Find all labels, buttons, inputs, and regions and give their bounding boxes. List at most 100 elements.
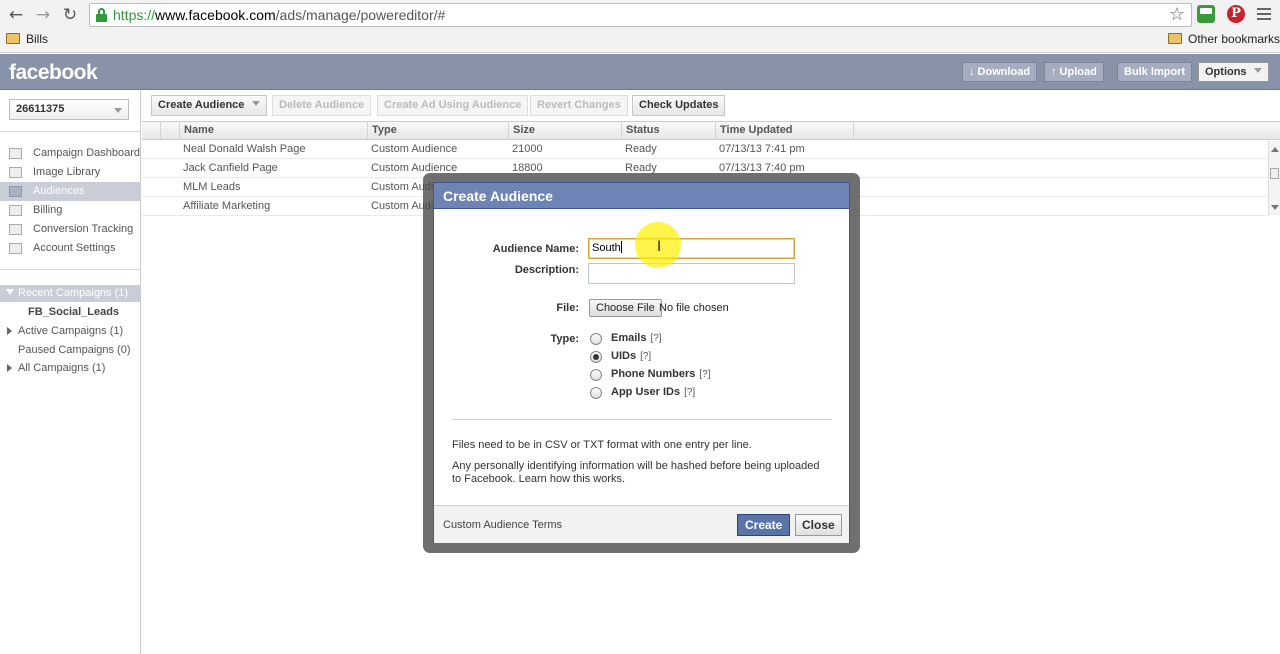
table-row[interactable]: Neal Donald Walsh Page Custom Audience 210… (142, 140, 1268, 159)
close-button[interactable]: Close (795, 514, 842, 536)
sidebar-item-label: Account Settings (33, 242, 116, 254)
chevron-down-icon (252, 101, 261, 106)
image-icon (9, 167, 22, 178)
column-selector[interactable] (160, 122, 165, 140)
scroll-up-icon[interactable] (1271, 147, 1279, 152)
custom-audience-terms-link[interactable]: Custom Audience Terms (443, 519, 562, 531)
table-cell: 07/13/13 7:41 pm (719, 143, 805, 155)
audiences-icon (9, 186, 22, 197)
column-size[interactable]: Size (508, 122, 621, 140)
chevron-down-icon (114, 108, 122, 113)
divider (0, 131, 141, 132)
options-label: Options (1205, 66, 1247, 78)
delete-audience-button[interactable]: Delete Audience (272, 95, 372, 116)
divider (0, 269, 141, 270)
audience-name-label: Audience Name: (492, 243, 579, 255)
main-toolbar: Create Audience Delete Audience Create A… (142, 91, 1280, 121)
upload-button[interactable]: ↑ Upload (1044, 62, 1104, 82)
sidebar-item-image-library[interactable]: Image Library (0, 163, 141, 182)
table-scrollbar[interactable] (1268, 141, 1280, 215)
bulk-import-button[interactable]: Bulk Import (1117, 62, 1193, 82)
file-format-note: Files need to be in CSV or TXT format wi… (452, 439, 752, 451)
account-select[interactable]: 26611375 (9, 99, 129, 120)
scroll-thumb[interactable] (1270, 168, 1279, 179)
radio-button[interactable] (590, 369, 602, 381)
bookmark-bills[interactable]: Bills (6, 32, 48, 46)
help-link[interactable]: [?] (699, 369, 710, 380)
triangle-right-icon (7, 327, 12, 335)
radio-button[interactable] (590, 387, 602, 399)
help-link[interactable]: [?] (640, 351, 651, 362)
dashboard-icon (9, 148, 22, 159)
campaign-item[interactable]: FB_Social_Leads (0, 303, 141, 321)
sidebar-item-conversion-tracking[interactable]: Conversion Tracking (0, 220, 141, 239)
sidebar-item-label: Conversion Tracking (33, 223, 134, 235)
column-name[interactable]: Name (179, 122, 367, 140)
privacy-note: Any personally identifying information w… (452, 460, 820, 485)
radio-label: Phone Numbers (611, 368, 696, 380)
extension-icon[interactable] (1197, 5, 1215, 23)
bookmark-label: Bills (26, 32, 49, 46)
lock-icon (96, 8, 107, 22)
sidebar-item-label: Image Library (33, 166, 101, 178)
pinterest-icon[interactable]: P (1227, 5, 1245, 23)
dialog-footer: Custom Audience Terms Create Close (434, 505, 849, 543)
help-link[interactable]: [?] (684, 387, 695, 398)
create-audience-label: Create Audience (158, 99, 245, 111)
table-cell: Neal Donald Walsh Page (183, 143, 306, 155)
paused-campaigns[interactable]: Paused Campaigns (0) (0, 341, 141, 359)
no-file-chosen-text: No file chosen (659, 302, 729, 314)
sidebar-item-audiences[interactable]: Audiences (0, 182, 141, 201)
options-button[interactable]: Options (1198, 62, 1269, 82)
sidebar-item-billing[interactable]: Billing (0, 201, 141, 220)
column-time-updated[interactable]: Time Updated (715, 122, 854, 140)
triangle-right-icon (7, 364, 12, 372)
active-campaigns[interactable]: Active Campaigns (1) (0, 322, 141, 340)
audience-name-value: South (592, 242, 621, 254)
facebook-logo[interactable]: facebook (9, 61, 98, 85)
create-audience-button[interactable]: Create Audience (151, 95, 268, 116)
settings-icon (9, 243, 22, 254)
audience-name-input[interactable]: South (588, 238, 795, 259)
description-label: Description: (514, 264, 579, 276)
folder-icon (6, 33, 20, 44)
scroll-down-icon[interactable] (1271, 205, 1279, 210)
table-cell: 21000 (512, 143, 543, 155)
fb-header: facebook ↓ Download ↑ Upload Bulk Import… (0, 54, 1280, 90)
url-scheme: https:// (113, 7, 156, 23)
url-path: /ads/manage/powereditor/# (275, 7, 446, 23)
help-link[interactable]: [?] (650, 333, 661, 344)
radio-label: UIDs (611, 350, 637, 362)
account-id: 26611375 (16, 103, 65, 115)
table-cell: Custom Audience (371, 143, 458, 155)
triangle-down-icon (6, 289, 14, 295)
url-text[interactable]: https://www.facebook.com/ads/manage/powe… (113, 7, 445, 23)
browser-chrome: ← → ↻ https://www.facebook.com/ads/manag… (0, 0, 1280, 53)
sidebar-item-account-settings[interactable]: Account Settings (0, 239, 141, 258)
choose-file-button[interactable]: Choose File (589, 299, 662, 317)
revert-changes-button[interactable]: Revert Changes (530, 95, 628, 116)
billing-icon (9, 205, 22, 216)
radio-button[interactable] (590, 333, 602, 345)
recent-campaigns-header[interactable]: Recent Campaigns (1) (0, 285, 141, 302)
browser-menu-icon[interactable] (1257, 8, 1271, 23)
back-arrow-icon[interactable]: ← (6, 5, 26, 25)
column-status[interactable]: Status (621, 122, 715, 140)
check-updates-button[interactable]: Check Updates (632, 95, 726, 116)
conversion-icon (9, 224, 22, 235)
table-cell: MLM Leads (183, 181, 241, 193)
column-type[interactable]: Type (367, 122, 508, 140)
create-button[interactable]: Create (737, 514, 791, 536)
forward-arrow-icon[interactable]: → (33, 5, 53, 25)
download-button[interactable]: ↓ Download (962, 62, 1038, 82)
bookmark-star-icon[interactable]: ☆ (1169, 4, 1185, 25)
reload-icon[interactable]: ↻ (60, 5, 80, 25)
sidebar-item-campaign-dashboard[interactable]: Campaign Dashboard (0, 144, 141, 163)
create-ad-using-audience-button[interactable]: Create Ad Using Audience (377, 95, 529, 116)
url-host: www.facebook.com (155, 7, 276, 23)
address-bar[interactable]: https://www.facebook.com/ads/manage/powe… (89, 3, 1192, 27)
radio-button-checked[interactable] (590, 351, 602, 363)
bookmark-other[interactable]: Other bookmarks (1168, 32, 1280, 46)
all-campaigns[interactable]: All Campaigns (1) (0, 359, 141, 377)
description-input[interactable] (588, 263, 795, 284)
